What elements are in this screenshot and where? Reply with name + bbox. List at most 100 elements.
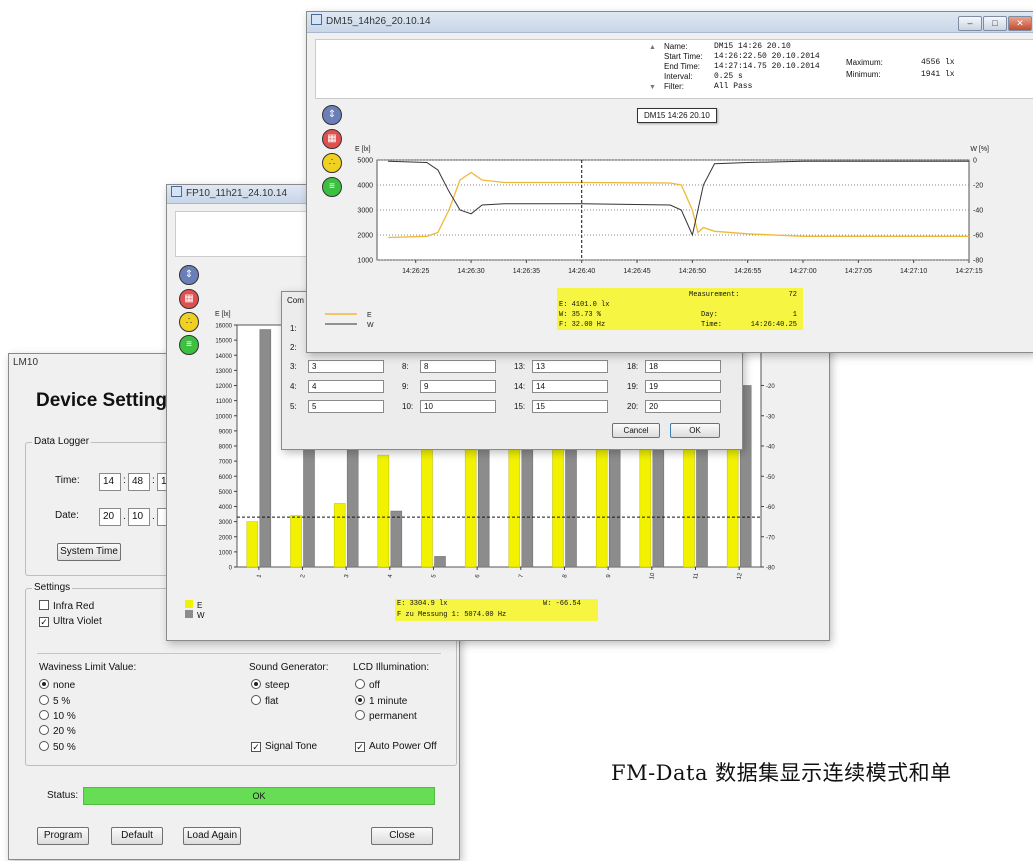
readout-w: W: -66.54 <box>543 600 581 608</box>
time-minute-field[interactable]: 48 <box>128 473 150 491</box>
program-button[interactable]: Program <box>37 827 89 845</box>
waviness-option-none[interactable]: none <box>39 679 75 691</box>
lcd-option-off[interactable]: off <box>355 679 380 691</box>
sound-title: Sound Generator: <box>249 662 329 673</box>
bar-e <box>377 454 390 568</box>
x-tick-label: 8 <box>562 573 569 578</box>
ultra-violet-checkbox[interactable]: ✓ Ultra Violet <box>39 616 102 627</box>
dialog-field-input[interactable]: 10 <box>420 400 496 413</box>
legend-swatch-w <box>185 610 193 618</box>
y2-axis-label: W [%] <box>970 146 989 153</box>
dialog-field-label: 5: <box>290 402 297 411</box>
date-separator: . <box>123 511 126 522</box>
sound-option-flat[interactable]: flat <box>251 695 278 707</box>
dialog-field-input[interactable]: 3 <box>308 360 384 373</box>
waviness-option-50[interactable]: 50 % <box>39 741 76 753</box>
status-value: OK <box>252 791 266 801</box>
dialog-field-input[interactable]: 14 <box>532 380 608 393</box>
y-tick-label: 8000 <box>219 445 233 451</box>
time-hour-field[interactable]: 14 <box>99 473 121 491</box>
dialog-field-label: 18: <box>627 362 639 371</box>
waviness-option-20[interactable]: 20 % <box>39 725 76 737</box>
close-button[interactable]: Close <box>371 827 433 845</box>
bar-w <box>259 329 272 568</box>
auto-power-off-checkbox[interactable]: ✓ Auto Power Off <box>355 741 437 752</box>
radio-icon <box>355 679 365 689</box>
sound-option-steep[interactable]: steep <box>251 679 289 691</box>
x-tick-label: 14:26:55 <box>734 268 761 275</box>
bar-w <box>390 510 403 568</box>
x-tick-label: 3 <box>344 573 351 578</box>
dialog-field-label: 13: <box>514 362 526 371</box>
dialog-field-label: 1: <box>290 324 297 333</box>
lcd-option-1-minute[interactable]: 1 minute <box>355 695 407 707</box>
date-separator: . <box>152 511 155 522</box>
dialog-field-input[interactable]: 13 <box>532 360 608 373</box>
measurement-label: Measurement: <box>689 291 740 299</box>
cancel-button[interactable]: Cancel <box>612 423 660 438</box>
plot-area <box>376 159 970 261</box>
system-time-button[interactable]: System Time <box>57 543 121 561</box>
option-label: steep <box>265 680 290 691</box>
y2-tick-label: 0 <box>973 158 977 165</box>
dialog-field-label: 3: <box>290 362 297 371</box>
bar-e <box>290 515 302 568</box>
x-tick-label: 14:26:40 <box>568 268 595 275</box>
option-label: off <box>369 680 380 691</box>
dialog-field-input[interactable]: 20 <box>645 400 721 413</box>
radio-icon <box>39 741 49 751</box>
time-value: 14:26:40.25 <box>750 321 797 329</box>
dialog-field-label: 14: <box>514 382 526 391</box>
date-month-field[interactable]: 10 <box>128 508 150 526</box>
option-label: 20 % <box>53 726 76 737</box>
lm10-title: LM10 <box>13 357 39 368</box>
legend-label: W <box>197 611 205 620</box>
infra-red-checkbox[interactable]: Infra Red <box>39 600 94 612</box>
dialog-field-input[interactable]: 4 <box>308 380 384 393</box>
y2-tick-label: -40 <box>973 208 983 215</box>
legend-label: E <box>197 601 203 610</box>
dialog-field-input[interactable]: 9 <box>420 380 496 393</box>
y2-tick-label: -80 <box>973 258 983 265</box>
y-tick-label: 1000 <box>357 258 373 265</box>
legend-label-w: W <box>367 322 374 329</box>
dialog-field-input[interactable]: 15 <box>532 400 608 413</box>
radio-icon <box>39 725 49 735</box>
dialog-field-input[interactable]: 5 <box>308 400 384 413</box>
y-tick-label: 4000 <box>357 183 373 190</box>
readout-e: E: 3304.9 lx <box>397 600 448 608</box>
y2-tick-label: -60 <box>973 233 983 240</box>
date-day-field[interactable]: 20 <box>99 508 121 526</box>
y-tick-label: 7000 <box>219 460 233 466</box>
dialog-field-input[interactable]: 8 <box>420 360 496 373</box>
x-tick-label: 2 <box>300 573 307 578</box>
load-again-button[interactable]: Load Again <box>183 827 241 845</box>
signal-tone-checkbox[interactable]: ✓ Signal Tone <box>251 741 317 752</box>
dialog-field-label: 8: <box>402 362 409 371</box>
dialog-title: Com <box>287 296 304 305</box>
lcd-option-permanent[interactable]: permanent <box>355 710 417 722</box>
checkbox-icon <box>39 600 49 610</box>
readout-f: F: 32.00 Hz <box>559 321 606 329</box>
dialog-field-input[interactable]: 19 <box>645 380 721 393</box>
settings-title: Settings <box>32 582 73 593</box>
y-axis-label: E [lx] <box>355 146 371 153</box>
waviness-option-5[interactable]: 5 % <box>39 695 70 707</box>
bar-e <box>246 521 259 568</box>
y2-tick-label: -20 <box>766 384 775 390</box>
dm15-readout: Measurement: 72 E: 4101.0 lx W: 35.73 % Da… <box>557 288 803 330</box>
readout-w: W: 35.73 % <box>559 311 602 319</box>
option-label: 10 % <box>53 711 76 722</box>
dialog-field-label: 9: <box>402 382 409 391</box>
dialog-field-input[interactable]: 18 <box>645 360 721 373</box>
default-button[interactable]: Default <box>111 827 163 845</box>
y-tick-label: 6000 <box>219 475 233 481</box>
y2-tick-label: -50 <box>766 475 775 481</box>
x-tick-label: 7 <box>519 573 526 578</box>
ok-button[interactable]: OK <box>670 423 720 438</box>
x-tick-label: 14:27:05 <box>845 268 872 275</box>
waviness-option-10[interactable]: 10 % <box>39 710 76 722</box>
status-bar: OK <box>83 787 435 805</box>
time-label: Time: <box>701 321 723 329</box>
dm15-window: DM15_14h26_20.10.14 – □ ✕ ▲ ▼ Name: Start … <box>306 11 1033 353</box>
